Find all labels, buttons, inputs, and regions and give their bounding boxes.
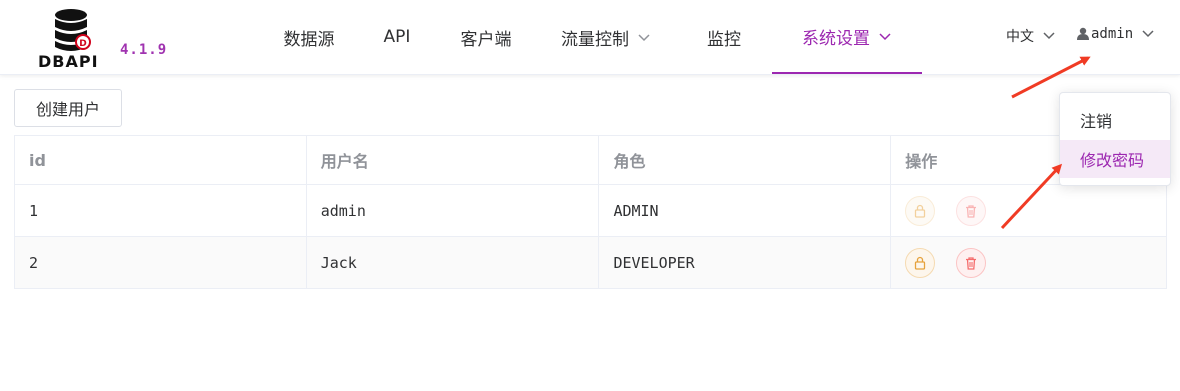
users-table: id 用户名 角色 操作 1 admin ADMIN 2 Jack DEVELO… — [14, 135, 1167, 289]
nav-item-flow-control[interactable]: 流量控制 — [536, 0, 676, 74]
nav-item-api[interactable]: API — [358, 0, 436, 74]
cell-role: ADMIN — [598, 184, 892, 237]
menu-item-change-password[interactable]: 修改密码 — [1060, 140, 1170, 178]
cell-actions — [890, 184, 1167, 237]
language-switcher[interactable]: 中文 — [1006, 26, 1056, 46]
lock-icon — [915, 256, 926, 270]
menu-item-logout[interactable]: 注销 — [1060, 101, 1170, 139]
chevron-down-icon — [1043, 32, 1055, 40]
user-icon — [1077, 27, 1089, 40]
cell-id: 1 — [14, 184, 307, 237]
svg-text:D: D — [79, 39, 86, 49]
lock-button[interactable] — [905, 195, 936, 226]
delete-button[interactable] — [956, 195, 987, 226]
cell-id: 2 — [14, 236, 307, 289]
chevron-down-icon — [1142, 30, 1154, 38]
logo-text: DBAPI — [38, 52, 99, 71]
delete-button[interactable] — [956, 247, 987, 278]
table-row: 2 Jack DEVELOPER — [14, 236, 1167, 289]
nav-item-system-settings[interactable]: 系统设置 — [772, 0, 922, 74]
main-nav: 数据源 API 客户端 流量控制 监控 系统设置 — [260, 0, 922, 74]
lock-icon — [915, 204, 926, 218]
nav-item-datasource[interactable]: 数据源 — [260, 0, 358, 74]
version-label: 4.1.9 — [120, 42, 168, 58]
cell-username: Jack — [305, 236, 600, 289]
cell-actions — [890, 236, 1167, 289]
nav-item-monitor[interactable]: 监控 — [676, 0, 772, 74]
cell-role: DEVELOPER — [598, 236, 892, 289]
cell-username: admin — [305, 184, 600, 237]
table-header-row: id 用户名 角色 操作 — [14, 135, 1167, 185]
chevron-down-icon — [638, 34, 650, 42]
column-header-username: 用户名 — [305, 135, 600, 185]
user-menu-trigger[interactable]: admin — [1077, 26, 1155, 42]
create-user-button[interactable]: 创建用户 — [14, 89, 122, 127]
delete-icon — [966, 204, 977, 218]
column-header-id: id — [14, 135, 307, 185]
user-dropdown-menu: 注销 修改密码 — [1059, 92, 1171, 186]
chevron-down-icon — [879, 33, 891, 41]
column-header-role: 角色 — [598, 135, 892, 185]
nav-item-client[interactable]: 客户端 — [436, 0, 536, 74]
top-navbar: D DBAPI 4.1.9 数据源 API 客户端 流量控制 监控 系统设置 中… — [0, 0, 1180, 75]
lock-button[interactable] — [905, 247, 936, 278]
table-row: 1 admin ADMIN — [14, 184, 1167, 237]
delete-icon — [966, 256, 977, 270]
